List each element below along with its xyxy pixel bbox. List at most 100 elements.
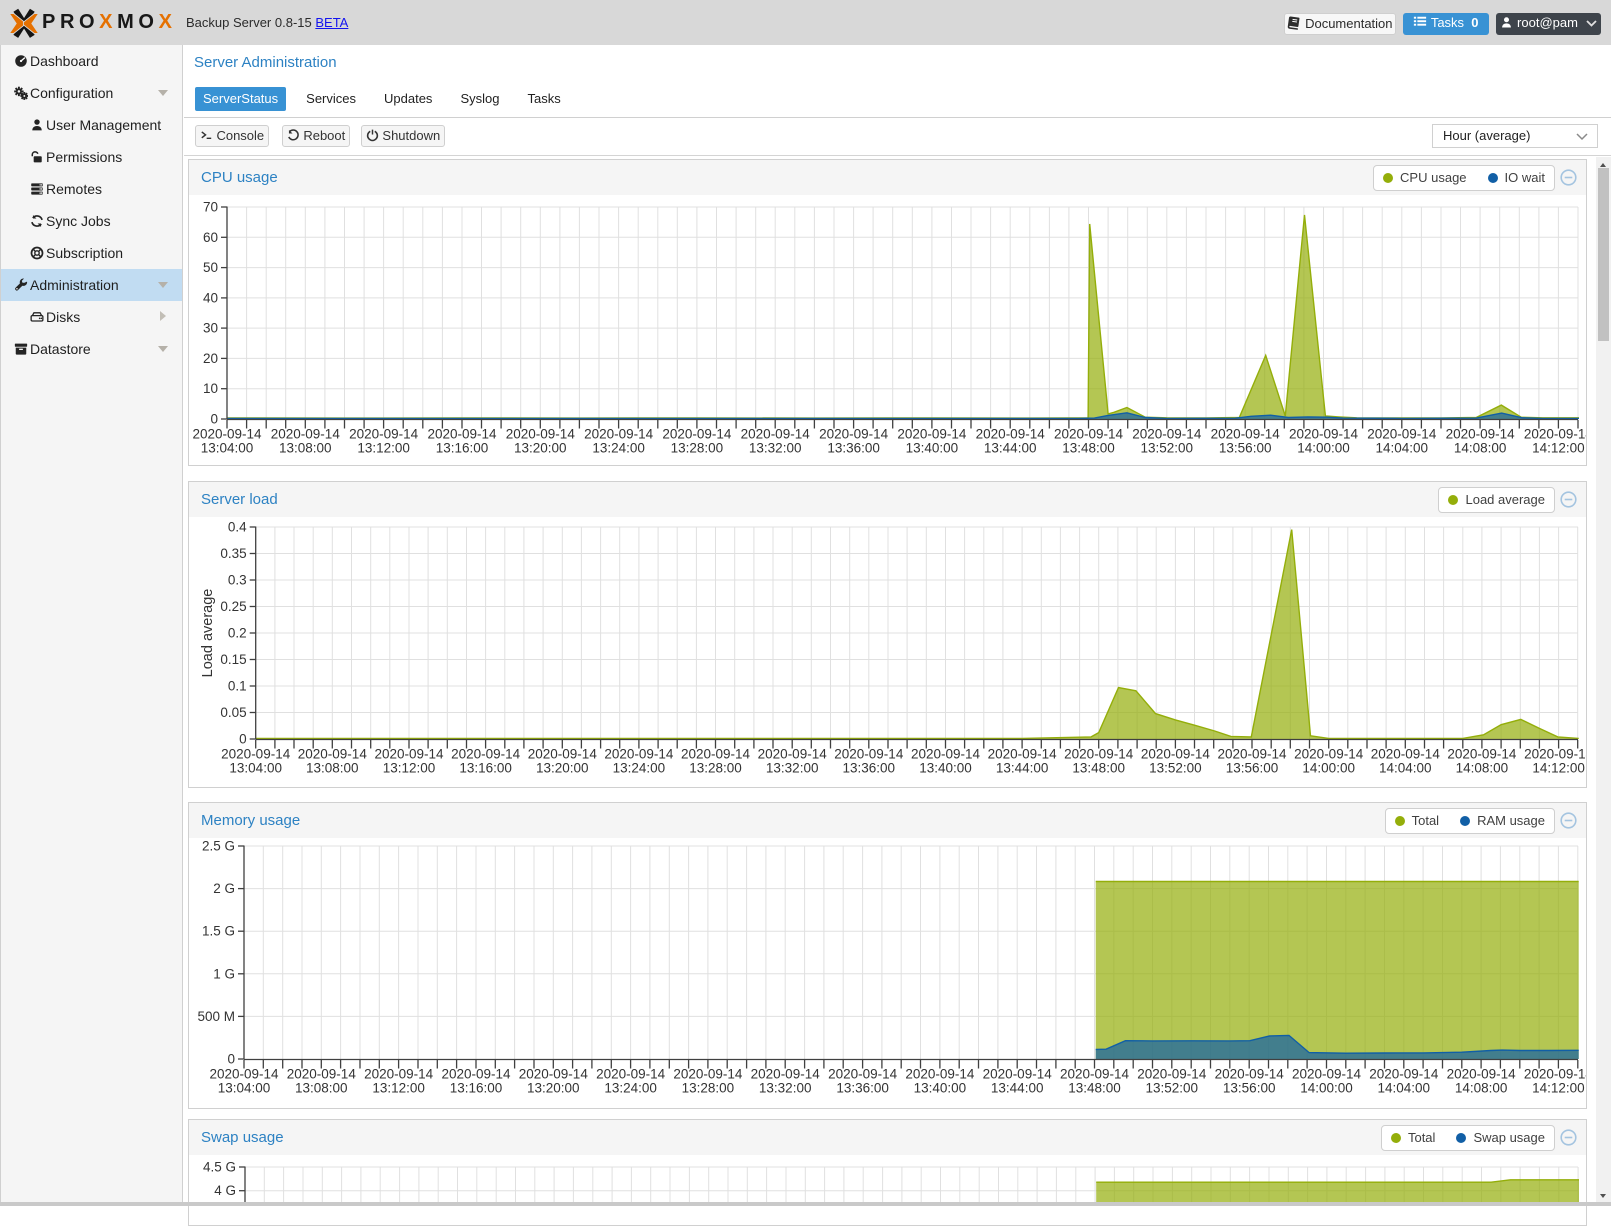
svg-text:13:20:00: 13:20:00 <box>514 441 567 456</box>
svg-text:13:52:00: 13:52:00 <box>1149 761 1202 776</box>
svg-text:2020-09-14: 2020-09-14 <box>828 1067 898 1082</box>
svg-text:2020-09-14: 2020-09-14 <box>988 747 1058 762</box>
svg-text:2020-09-14: 2020-09-14 <box>221 747 291 762</box>
svg-text:2020-09-14: 2020-09-14 <box>1367 427 1437 442</box>
svg-text:4 G: 4 G <box>214 1183 236 1198</box>
svg-text:14:12:00: 14:12:00 <box>1532 1081 1585 1096</box>
svg-text:0: 0 <box>239 732 247 747</box>
svg-text:13:36:00: 13:36:00 <box>836 1081 889 1096</box>
svg-text:13:32:00: 13:32:00 <box>749 441 802 456</box>
svg-text:2020-09-14: 2020-09-14 <box>1132 427 1202 442</box>
svg-text:14:08:00: 14:08:00 <box>1455 1081 1508 1096</box>
svg-text:0.15: 0.15 <box>220 652 246 667</box>
svg-text:0.35: 0.35 <box>220 546 246 561</box>
svg-text:13:36:00: 13:36:00 <box>843 761 896 776</box>
svg-text:2020-09-14: 2020-09-14 <box>1524 1067 1586 1082</box>
svg-text:2020-09-14: 2020-09-14 <box>741 427 811 442</box>
svg-text:2020-09-14: 2020-09-14 <box>451 747 521 762</box>
svg-text:20: 20 <box>203 351 218 366</box>
svg-text:2020-09-14: 2020-09-14 <box>983 1067 1053 1082</box>
svg-text:13:28:00: 13:28:00 <box>671 441 724 456</box>
svg-text:2020-09-14: 2020-09-14 <box>751 1067 821 1082</box>
svg-text:2020-09-14: 2020-09-14 <box>1054 427 1124 442</box>
svg-text:13:20:00: 13:20:00 <box>536 761 589 776</box>
svg-text:14:08:00: 14:08:00 <box>1456 761 1509 776</box>
svg-text:13:52:00: 13:52:00 <box>1146 1081 1199 1096</box>
svg-text:13:52:00: 13:52:00 <box>1141 441 1194 456</box>
svg-text:500 M: 500 M <box>197 1009 235 1024</box>
svg-text:13:08:00: 13:08:00 <box>279 441 332 456</box>
svg-text:2020-09-14: 2020-09-14 <box>834 747 904 762</box>
svg-text:2020-09-14: 2020-09-14 <box>209 1067 279 1082</box>
svg-text:4.5 G: 4.5 G <box>203 1160 236 1175</box>
svg-text:2020-09-14: 2020-09-14 <box>1215 1067 1285 1082</box>
svg-text:14:08:00: 14:08:00 <box>1454 441 1507 456</box>
svg-text:2020-09-14: 2020-09-14 <box>681 747 751 762</box>
svg-text:13:16:00: 13:16:00 <box>436 441 489 456</box>
svg-text:2020-09-14: 2020-09-14 <box>506 427 576 442</box>
svg-text:2020-09-14: 2020-09-14 <box>1524 747 1586 762</box>
svg-text:13:44:00: 13:44:00 <box>991 1081 1044 1096</box>
svg-text:13:16:00: 13:16:00 <box>459 761 512 776</box>
svg-text:2 G: 2 G <box>213 881 235 896</box>
svg-text:13:28:00: 13:28:00 <box>682 1081 735 1096</box>
svg-text:13:32:00: 13:32:00 <box>759 1081 812 1096</box>
svg-text:0.05: 0.05 <box>220 705 246 720</box>
svg-text:2020-09-14: 2020-09-14 <box>192 427 262 442</box>
svg-text:13:04:00: 13:04:00 <box>229 761 282 776</box>
svg-text:2020-09-14: 2020-09-14 <box>604 747 674 762</box>
svg-text:2020-09-14: 2020-09-14 <box>1447 747 1517 762</box>
svg-text:14:12:00: 14:12:00 <box>1532 761 1585 776</box>
svg-text:0.3: 0.3 <box>228 573 247 588</box>
svg-text:0: 0 <box>227 1052 235 1067</box>
svg-text:13:56:00: 13:56:00 <box>1226 761 1279 776</box>
svg-text:2020-09-14: 2020-09-14 <box>905 1067 975 1082</box>
svg-text:0.1: 0.1 <box>228 679 247 694</box>
svg-text:2020-09-14: 2020-09-14 <box>1289 427 1359 442</box>
svg-text:2020-09-14: 2020-09-14 <box>1141 747 1211 762</box>
svg-text:0: 0 <box>210 412 218 427</box>
svg-text:13:48:00: 13:48:00 <box>1068 1081 1121 1096</box>
svg-text:13:32:00: 13:32:00 <box>766 761 819 776</box>
svg-text:30: 30 <box>203 321 218 336</box>
svg-text:2020-09-14: 2020-09-14 <box>287 1067 357 1082</box>
svg-text:13:44:00: 13:44:00 <box>984 441 1037 456</box>
svg-text:2020-09-14: 2020-09-14 <box>1064 747 1134 762</box>
svg-text:2020-09-14: 2020-09-14 <box>673 1067 743 1082</box>
svg-text:14:04:00: 14:04:00 <box>1379 761 1432 776</box>
svg-text:2020-09-14: 2020-09-14 <box>758 747 828 762</box>
svg-text:13:08:00: 13:08:00 <box>306 761 359 776</box>
svg-text:2020-09-14: 2020-09-14 <box>976 427 1046 442</box>
svg-text:2020-09-14: 2020-09-14 <box>441 1067 511 1082</box>
svg-text:14:00:00: 14:00:00 <box>1300 1081 1353 1096</box>
svg-text:2020-09-14: 2020-09-14 <box>1446 427 1516 442</box>
svg-text:14:04:00: 14:04:00 <box>1376 441 1429 456</box>
svg-text:2020-09-14: 2020-09-14 <box>1447 1067 1517 1082</box>
svg-text:13:36:00: 13:36:00 <box>827 441 880 456</box>
svg-text:2020-09-14: 2020-09-14 <box>1137 1067 1207 1082</box>
svg-text:2020-09-14: 2020-09-14 <box>1217 747 1287 762</box>
svg-text:13:40:00: 13:40:00 <box>906 441 959 456</box>
svg-text:13:24:00: 13:24:00 <box>613 761 666 776</box>
svg-text:2020-09-14: 2020-09-14 <box>519 1067 589 1082</box>
svg-text:13:04:00: 13:04:00 <box>201 441 254 456</box>
svg-text:13:56:00: 13:56:00 <box>1223 1081 1276 1096</box>
svg-text:2020-09-14: 2020-09-14 <box>1292 1067 1362 1082</box>
svg-text:2020-09-14: 2020-09-14 <box>1294 747 1364 762</box>
svg-text:50: 50 <box>203 260 218 275</box>
svg-text:13:12:00: 13:12:00 <box>372 1081 425 1096</box>
svg-text:13:48:00: 13:48:00 <box>1062 441 1115 456</box>
svg-text:2020-09-14: 2020-09-14 <box>298 747 368 762</box>
svg-text:13:20:00: 13:20:00 <box>527 1081 580 1096</box>
svg-text:2020-09-14: 2020-09-14 <box>911 747 981 762</box>
svg-text:2020-09-14: 2020-09-14 <box>1371 747 1441 762</box>
svg-text:2020-09-14: 2020-09-14 <box>596 1067 666 1082</box>
svg-text:13:28:00: 13:28:00 <box>689 761 742 776</box>
svg-text:14:00:00: 14:00:00 <box>1297 441 1350 456</box>
svg-text:60: 60 <box>203 230 218 245</box>
svg-text:2020-09-14: 2020-09-14 <box>271 427 341 442</box>
svg-text:2020-09-14: 2020-09-14 <box>364 1067 434 1082</box>
svg-text:13:24:00: 13:24:00 <box>592 441 645 456</box>
svg-text:2.5 G: 2.5 G <box>202 839 235 854</box>
svg-text:2020-09-14: 2020-09-14 <box>1524 427 1586 442</box>
